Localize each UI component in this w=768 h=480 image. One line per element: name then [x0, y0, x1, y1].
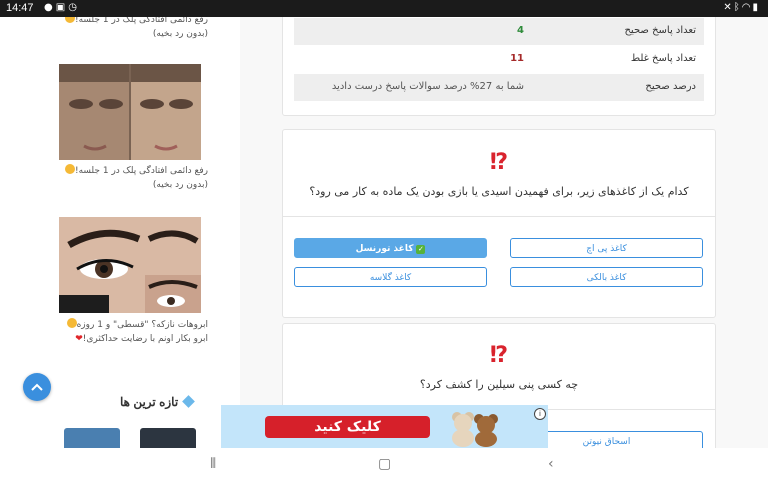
question-text: کدام یک از کاغذهای زیر، برای فهمیدن اسید…: [309, 185, 689, 198]
answer-option-selected[interactable]: ✓کاغذ تورنسل: [294, 238, 487, 258]
percent-correct-text: شما به 27% درصد سوالات پاسخ درست دادید: [331, 81, 524, 92]
quiz-results-card: تعداد پاسخ صحیح 4 تعداد پاسخ غلط 11 درصد…: [282, 17, 716, 116]
smile-emoji-icon: [64, 164, 75, 174]
ad-info-icon[interactable]: i: [534, 408, 546, 420]
status-time: 14:47: [6, 2, 34, 14]
post-caption-line: رفع دائمی افتادگی پلک در 1 جلسه!: [74, 166, 208, 176]
latest-posts-heading: تازه ترین ها: [120, 395, 196, 409]
whatsapp-icon: ●: [44, 2, 56, 13]
double-exclamation-question-icon: ⁉: [489, 343, 509, 368]
divider: [283, 216, 715, 217]
post-caption[interactable]: رفع دائمی افتادگی پلک در 1 جلسه! (بدون ر…: [58, 17, 208, 41]
question-card: ⁉ کدام یک از کاغذهای زیر، برای فهمیدن اس…: [282, 129, 716, 318]
answer-option[interactable]: کاغذ پی اچ: [510, 238, 703, 258]
web-page: رفع دائمی افتادگی پلک در 1 جلسه! (بدون ر…: [0, 17, 768, 448]
question-text: چه کسی پنی سیلین را کشف کرد؟: [419, 378, 579, 391]
wifi-icon: ◠: [741, 2, 753, 13]
heart-icon: ❤: [75, 334, 83, 344]
results-label: تعداد پاسخ صحیح: [624, 25, 696, 36]
answer-option-label: اسحاق نیوتن: [582, 437, 631, 447]
alarm-icon: ◷: [68, 2, 80, 13]
post-caption-line: (بدون رد بخیه): [152, 29, 208, 39]
check-icon: ✓: [416, 245, 426, 254]
answer-option[interactable]: کاغذ بالکی: [510, 267, 703, 287]
double-exclamation-question-icon: ⁉: [489, 150, 509, 175]
chevron-up-icon: [31, 383, 43, 391]
android-nav-bar: ⦀ ▢ ‹: [0, 448, 768, 480]
results-row-correct: تعداد پاسخ صحیح 4: [294, 18, 704, 45]
post-caption[interactable]: رفع دائمی افتادگی پلک در 1 جلسه! (بدون ر…: [58, 164, 208, 192]
post-image-eyebrow[interactable]: [59, 217, 201, 313]
smile-emoji-icon: [64, 17, 75, 23]
post-image-eyelid[interactable]: [59, 64, 201, 160]
answer-option-label: کاغذ بالکی: [586, 273, 627, 283]
wrong-count: 11: [510, 53, 524, 64]
latest-posts-label: تازه ترین ها: [120, 395, 179, 409]
recent-apps-icon[interactable]: ⦀: [210, 456, 216, 472]
diamond-icon: [182, 395, 196, 408]
thinking-emoji-icon: [66, 318, 77, 328]
home-icon[interactable]: ▢: [378, 456, 391, 472]
sidebar: رفع دائمی افتادگی پلک در 1 جلسه! (بدون ر…: [0, 17, 240, 448]
ad-banner[interactable]: کلیک کنید i: [221, 405, 548, 448]
post-caption-line: رفع دائمی افتادگی پلک در 1 جلسه!: [74, 17, 208, 25]
results-label: تعداد پاسخ غلط: [630, 53, 696, 64]
mute-icon: ✕: [723, 2, 734, 13]
latest-post-thumbnail[interactable]: [140, 428, 196, 448]
answer-option[interactable]: کاغذ گلاسه: [294, 267, 487, 287]
correct-count: 4: [517, 25, 524, 36]
results-label: درصد صحیح: [645, 81, 696, 92]
scroll-to-top-button[interactable]: [23, 373, 51, 401]
back-icon[interactable]: ‹: [548, 456, 554, 472]
status-bar: 14:47 ●▣◷ ✕ᛒ◠▮: [0, 0, 768, 17]
results-row-percent: درصد صحیح شما به 27% درصد سوالات پاسخ در…: [294, 74, 704, 101]
answer-option-label: کاغذ گلاسه: [369, 273, 412, 283]
ad-click-button[interactable]: کلیک کنید: [265, 416, 430, 438]
notification-icons: ●▣◷: [44, 2, 80, 13]
photo-icon: ▣: [55, 2, 69, 13]
battery-icon: ▮: [752, 2, 760, 13]
system-icons: ✕ᛒ◠▮: [723, 2, 760, 13]
answer-option-label: کاغذ تورنسل: [355, 244, 414, 254]
bluetooth-icon: ᛒ: [733, 2, 742, 13]
post-caption-line: (بدون رد بخیه): [152, 180, 208, 190]
post-caption[interactable]: ابروهات نازکه؟ "قسطی" و 1 روزه ابرو بکار…: [58, 318, 208, 346]
post-caption-line: ابروهات نازکه؟ "قسطی" و 1 روزه: [76, 320, 208, 330]
answer-option-label: کاغذ پی اچ: [586, 244, 627, 254]
post-caption-line: ابرو بکار اونم با رضایت حداکثری!: [82, 334, 208, 344]
teddy-bears-image: [452, 412, 498, 447]
results-row-wrong: تعداد پاسخ غلط 11: [294, 46, 704, 73]
latest-post-thumbnail[interactable]: [64, 428, 120, 448]
